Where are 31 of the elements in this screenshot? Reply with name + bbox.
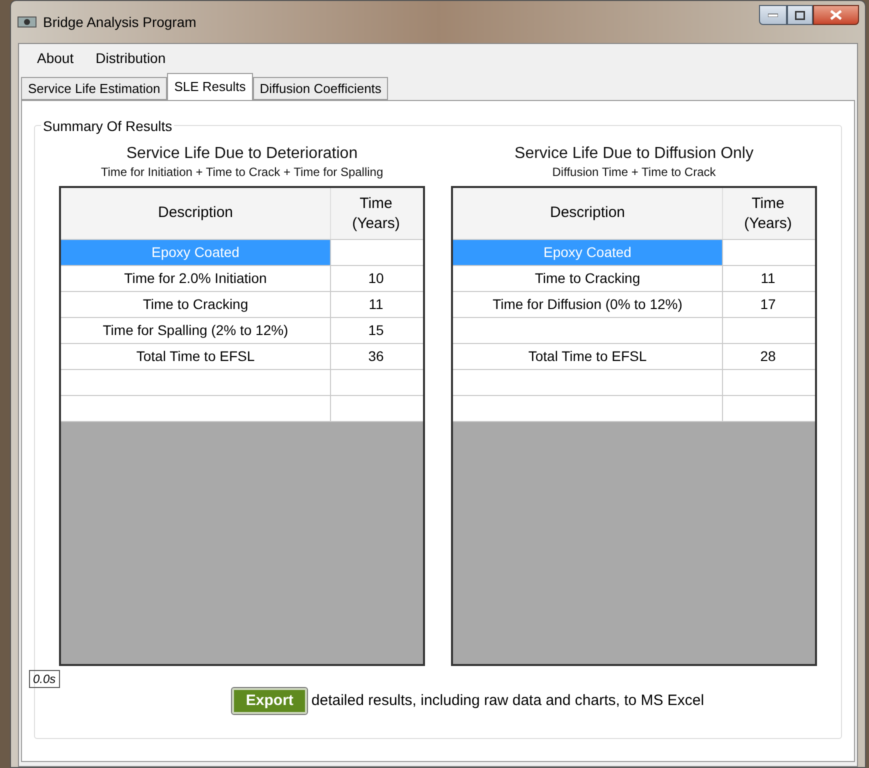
close-button[interactable] xyxy=(813,5,859,25)
table-title: Service Life Due to Deterioration xyxy=(126,144,358,164)
menu-item[interactable]: About xyxy=(37,48,74,68)
close-icon xyxy=(830,10,842,20)
tab[interactable]: Service Life Estimation xyxy=(21,77,168,100)
table-cell-text: 28 xyxy=(759,347,777,366)
menu-item[interactable]: Distribution xyxy=(96,48,166,68)
column-header: Time (Years) xyxy=(743,194,793,234)
maximize-button[interactable] xyxy=(787,5,813,25)
column-header: Description xyxy=(453,188,723,239)
table-title: Service Life Due to Diffusion Only xyxy=(514,144,754,164)
table-cell-text: 11 xyxy=(368,295,384,314)
column-header: Time (Years) xyxy=(351,194,401,234)
minimize-icon xyxy=(768,13,778,17)
maximize-icon xyxy=(795,10,805,20)
tab[interactable]: SLE Results xyxy=(167,73,253,100)
app-icon xyxy=(17,15,37,29)
export-button[interactable]: Export xyxy=(232,688,308,714)
table-subtitle: Time for Initiation + Time to Crack + Time for Spalling xyxy=(100,164,384,180)
tab[interactable]: Diffusion Coefficients xyxy=(252,77,388,100)
column-header: Description xyxy=(61,188,331,239)
window-title: Bridge Analysis Program xyxy=(43,12,196,32)
table-cell-text: 10 xyxy=(367,269,385,288)
timer-label: 0.0s xyxy=(29,670,60,688)
export-description: detailed results, including raw data and charts, to MS Excel xyxy=(311,690,704,711)
table-cell-text: 11 xyxy=(760,269,776,288)
minimize-button[interactable] xyxy=(759,5,787,25)
table-cell-text: 15 xyxy=(367,321,385,340)
table-cell-text: 36 xyxy=(367,347,385,366)
table-cell-text: 17 xyxy=(759,295,777,314)
table-subtitle: Diffusion Time + Time to Crack xyxy=(552,164,716,180)
